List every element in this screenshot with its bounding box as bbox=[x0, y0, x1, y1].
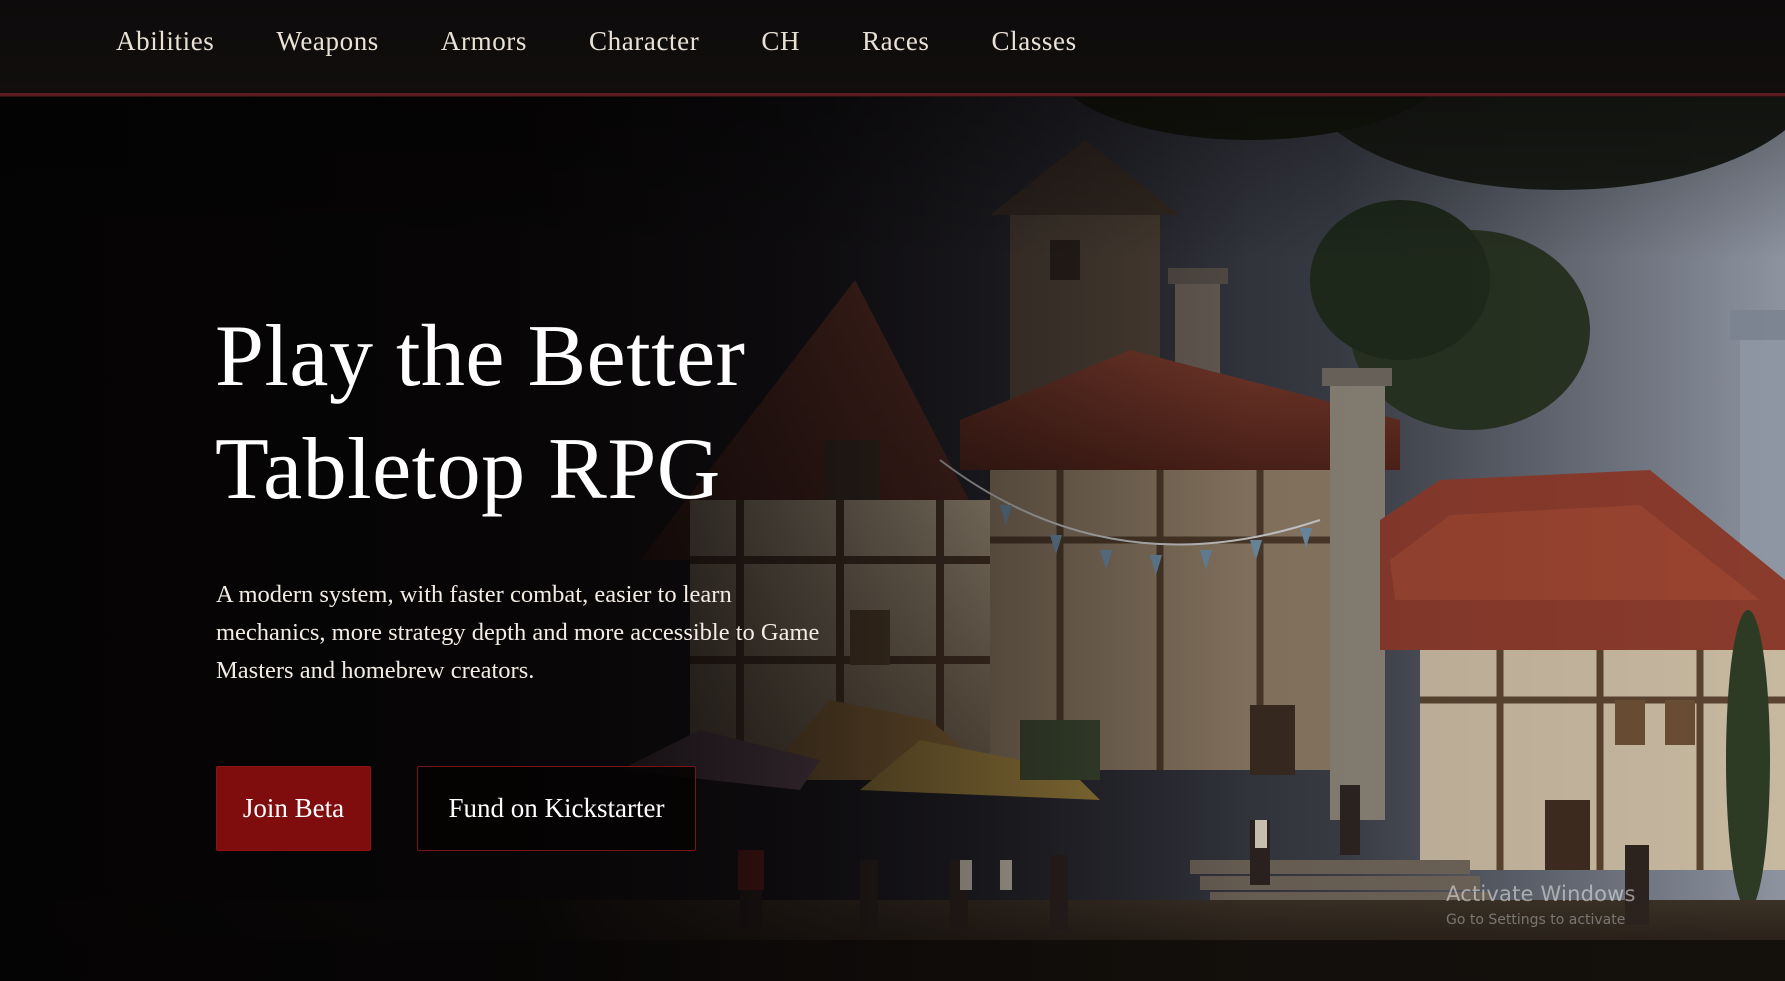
activate-windows-watermark: Activate Windows Go to Settings to activ… bbox=[1446, 882, 1636, 928]
join-beta-button[interactable]: Join Beta bbox=[216, 766, 371, 851]
nav-menu: Abilities Weapons Armors Character CH Ra… bbox=[116, 26, 1139, 57]
nav-item-classes[interactable]: Classes bbox=[992, 26, 1077, 57]
fund-kickstarter-button[interactable]: Fund on Kickstarter bbox=[417, 766, 696, 851]
hero-description: A modern system, with faster combat, eas… bbox=[216, 581, 820, 684]
watermark-title: Activate Windows bbox=[1446, 882, 1636, 906]
hero-title-line-2: Tabletop RPG bbox=[215, 421, 721, 518]
hero-section: Play the Better Tabletop RPG A modern sy… bbox=[215, 300, 935, 690]
nav-item-abilities[interactable]: Abilities bbox=[116, 26, 214, 57]
nav-item-armors[interactable]: Armors bbox=[441, 26, 527, 57]
hero-title: Play the Better Tabletop RPG bbox=[215, 300, 875, 526]
watermark-subtitle: Go to Settings to activate bbox=[1446, 912, 1626, 928]
nav-item-character[interactable]: Character bbox=[589, 26, 699, 57]
hero-title-line-1: Play the Better bbox=[215, 308, 746, 405]
nav-item-ch[interactable]: CH bbox=[761, 26, 800, 57]
nav-item-weapons[interactable]: Weapons bbox=[276, 26, 379, 57]
landing-page: Abilities Weapons Armors Character CH Ra… bbox=[0, 0, 1785, 981]
nav-item-races[interactable]: Races bbox=[862, 26, 929, 57]
top-navigation-bar: Abilities Weapons Armors Character CH Ra… bbox=[0, 0, 1785, 96]
hero-actions: Join Beta Fund on Kickstarter bbox=[216, 766, 696, 851]
